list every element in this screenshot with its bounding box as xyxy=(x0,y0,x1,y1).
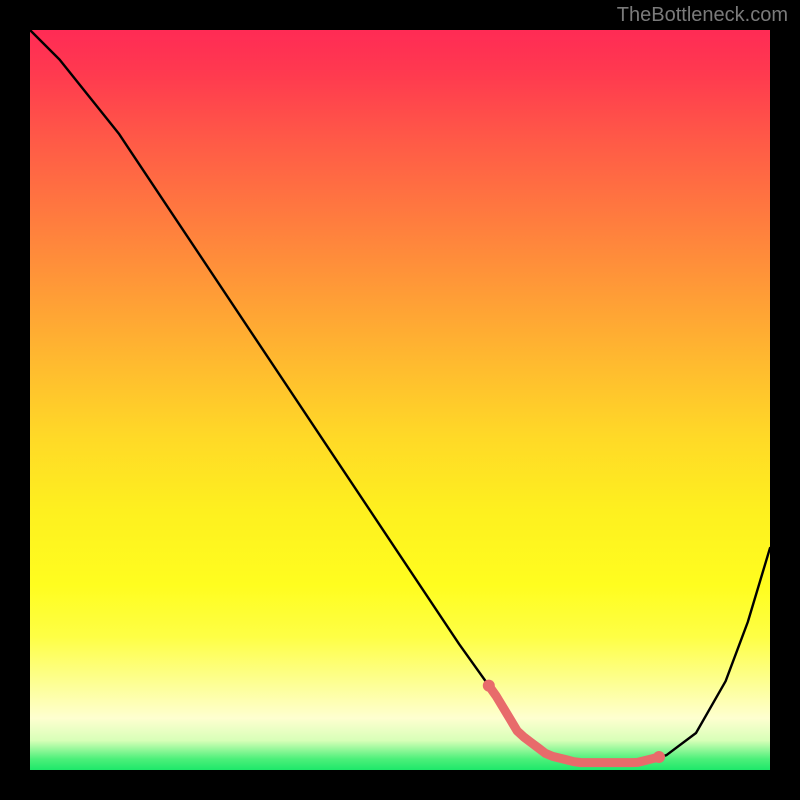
chart-plot-area xyxy=(30,30,770,770)
bottleneck-curve-line xyxy=(30,30,770,763)
highlight-end-dot xyxy=(653,751,665,763)
bottleneck-curve-svg xyxy=(30,30,770,770)
highlight-start-dot xyxy=(483,680,495,692)
highlight-segment xyxy=(489,686,659,763)
watermark-text: TheBottleneck.com xyxy=(617,4,788,27)
